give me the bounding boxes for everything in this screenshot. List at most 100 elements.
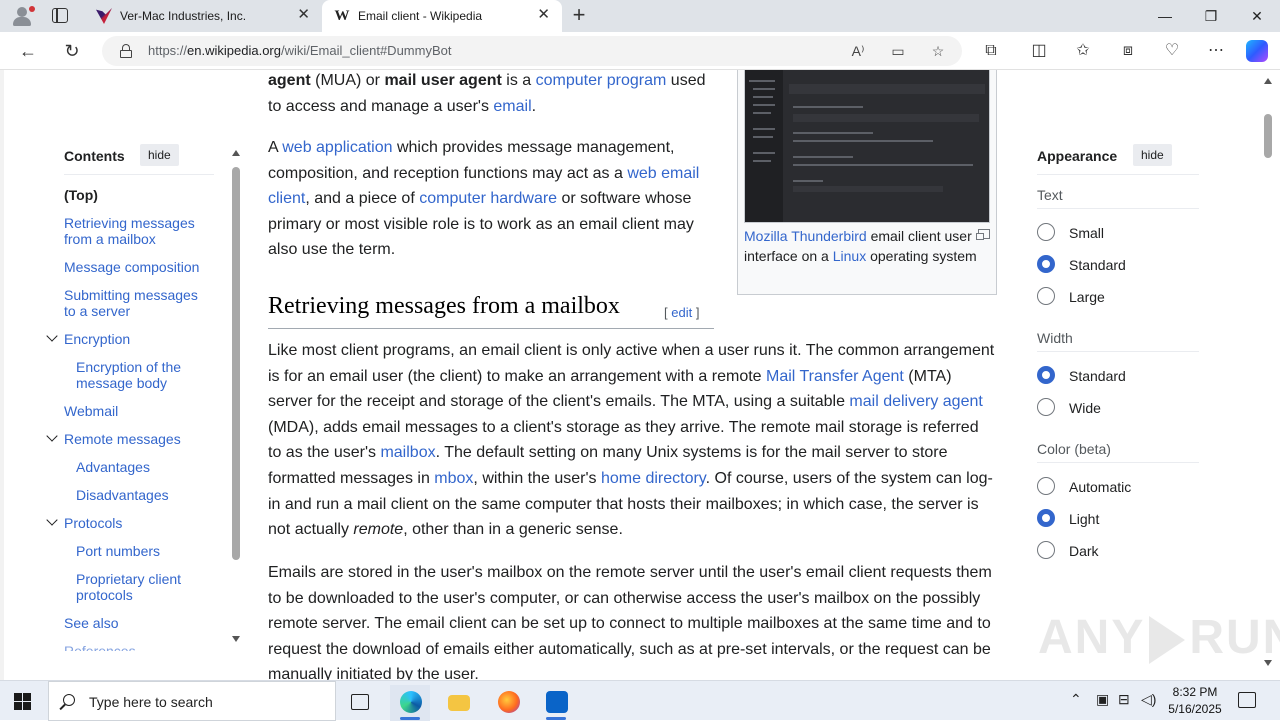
link-mailbox[interactable]: mailbox — [380, 444, 435, 461]
toc-item-retrieving[interactable]: Retrieving messages from a mailbox — [64, 215, 209, 247]
favorites-icon[interactable]: ✩ — [1070, 39, 1096, 63]
toc-hide-button[interactable]: hide — [140, 144, 179, 166]
toc-scrollbar[interactable] — [232, 150, 240, 642]
taskbar-file-explorer[interactable] — [438, 685, 478, 721]
toc-item-protocols[interactable]: Protocols — [64, 515, 122, 531]
read-aloud-icon[interactable]: A⁾ — [848, 42, 868, 60]
collections-icon[interactable]: ⧈ — [1115, 39, 1141, 63]
link-mozilla-thunderbird[interactable]: Mozilla Thunderbird — [744, 228, 867, 244]
tab-title: Email client - Wikipedia — [358, 9, 483, 23]
taskbar-search[interactable]: Type here to search — [48, 681, 336, 721]
tab-close-icon[interactable]: ✕ — [297, 7, 310, 23]
link-mbox[interactable]: mbox — [434, 470, 473, 487]
url-text[interactable]: https://en.wikipedia.org/wiki/Email_clie… — [148, 43, 451, 58]
toc-item-advantages[interactable]: Advantages — [76, 459, 150, 475]
radio-text-large[interactable] — [1037, 287, 1055, 305]
link-web-application[interactable]: web application — [282, 139, 392, 156]
toc-item-references[interactable]: References — [64, 643, 136, 651]
toc-title: Contents — [64, 148, 125, 164]
radio-label: Automatic — [1069, 479, 1132, 495]
maximize-button[interactable]: ❐ — [1196, 5, 1226, 27]
tab-actions-icon[interactable] — [52, 8, 68, 23]
address-bar[interactable]: https://en.wikipedia.org/wiki/Email_clie… — [102, 36, 962, 66]
toc-item-remote-messages[interactable]: Remote messages — [64, 431, 181, 447]
chevron-down-icon[interactable] — [46, 333, 58, 343]
toc-item-webmail[interactable]: Webmail — [64, 403, 118, 419]
toc-item-port-numbers[interactable]: Port numbers — [76, 543, 160, 559]
split-screen-icon[interactable]: ◫ — [1026, 39, 1052, 63]
radio-label: Dark — [1069, 543, 1099, 559]
toc-item-proprietary[interactable]: Proprietary client protocols — [76, 571, 201, 603]
taskbar-edge[interactable] — [390, 685, 430, 721]
task-view-button[interactable] — [340, 685, 380, 721]
taskbar-outlook[interactable] — [536, 685, 576, 721]
anyrun-watermark: ANYRUN — [1038, 611, 1280, 665]
system-clock[interactable]: 8:32 PM 5/16/2025 — [1160, 684, 1230, 718]
more-options-icon[interactable]: ⋯ — [1203, 39, 1229, 63]
scroll-up-icon[interactable] — [232, 150, 240, 156]
reload-button[interactable]: ↻ — [59, 39, 85, 63]
minimize-button[interactable]: — — [1150, 5, 1180, 27]
paragraph-emails-stored: Emails are stored in the user's mailbox … — [268, 564, 992, 680]
radio-color-light[interactable] — [1037, 509, 1055, 527]
scroll-thumb[interactable] — [232, 167, 240, 560]
tab-strip: Ver-Mac Industries, Inc. ✕ W Email clien… — [0, 0, 1280, 32]
link-mail-transfer-agent[interactable]: Mail Transfer Agent — [766, 368, 904, 385]
link-computer-hardware[interactable]: computer hardware — [419, 190, 557, 207]
extensions-icon[interactable]: ⧉ — [978, 39, 1004, 63]
chevron-down-icon[interactable] — [46, 517, 58, 527]
link-linux[interactable]: Linux — [833, 248, 866, 264]
back-button[interactable]: ← — [15, 39, 41, 63]
toc-item-encryption[interactable]: Encryption — [64, 331, 130, 347]
taskbar-firefox[interactable] — [488, 685, 528, 721]
radio-label: Light — [1069, 511, 1100, 527]
profile-avatar-icon[interactable] — [8, 4, 36, 28]
taskbar: Type here to search ⌃ ▣ ⊟ ◁) 8:32 PM 5/1… — [0, 680, 1280, 721]
new-tab-button[interactable]: + — [566, 4, 592, 28]
scroll-down-icon[interactable] — [232, 636, 240, 642]
tab-close-icon[interactable]: ✕ — [537, 7, 550, 23]
toc-item-composition[interactable]: Message composition — [64, 259, 214, 275]
link-home-directory[interactable]: home directory — [601, 470, 706, 487]
radio-text-standard[interactable] — [1037, 255, 1055, 273]
scroll-up-icon[interactable] — [1264, 78, 1272, 84]
chevron-up-icon[interactable]: ⌃ — [1070, 691, 1082, 708]
appearance-title: Appearance — [1037, 148, 1118, 164]
radio-width-standard[interactable] — [1037, 366, 1055, 384]
page-scrollbar[interactable] — [1262, 70, 1274, 680]
copilot-icon[interactable] — [1246, 40, 1268, 62]
chevron-down-icon[interactable] — [46, 433, 58, 443]
link-computer-program[interactable]: computer program — [536, 72, 667, 89]
scroll-down-icon[interactable] — [1264, 660, 1272, 666]
toc-item-top[interactable]: (Top) — [64, 187, 98, 203]
toc-item-disadvantages[interactable]: Disadvantages — [76, 487, 169, 503]
edit-link[interactable]: edit — [671, 305, 692, 320]
device-icon[interactable]: ▣ — [1096, 691, 1109, 708]
link-email[interactable]: email — [493, 98, 531, 115]
immersive-reader-icon[interactable]: ▭ — [888, 42, 908, 60]
toc-item-submitting[interactable]: Submitting messages to a server — [64, 287, 209, 319]
toc-item-encryption-body[interactable]: Encryption of the message body — [76, 359, 201, 391]
window-close-button[interactable]: ✕ — [1242, 5, 1272, 27]
windows-start-icon[interactable] — [14, 693, 31, 710]
scroll-thumb[interactable] — [1264, 114, 1272, 158]
enlarge-icon[interactable] — [976, 229, 990, 240]
text-size-label: Text — [1037, 187, 1063, 203]
radio-width-wide[interactable] — [1037, 398, 1055, 416]
toc-item-see-also[interactable]: See also — [64, 615, 118, 631]
radio-color-automatic[interactable] — [1037, 477, 1055, 495]
radio-text-small[interactable] — [1037, 223, 1055, 241]
tab-title: Ver-Mac Industries, Inc. — [120, 9, 247, 23]
link-mail-delivery-agent[interactable]: mail delivery agent — [849, 393, 982, 410]
notification-icon[interactable] — [1238, 692, 1256, 708]
favorite-star-icon[interactable]: ☆ — [928, 42, 948, 60]
browser-essentials-icon[interactable]: ♡ — [1159, 39, 1185, 63]
network-icon[interactable]: ⊟ — [1118, 691, 1130, 708]
volume-icon[interactable]: ◁) — [1141, 691, 1156, 708]
lock-icon[interactable] — [120, 44, 132, 58]
tab-email-client[interactable]: W Email client - Wikipedia ✕ — [322, 0, 562, 32]
tab-vermac[interactable]: Ver-Mac Industries, Inc. ✕ — [84, 0, 322, 32]
appearance-hide-button[interactable]: hide — [1133, 144, 1172, 166]
thunderbird-screenshot[interactable] — [744, 70, 990, 223]
radio-color-dark[interactable] — [1037, 541, 1055, 559]
